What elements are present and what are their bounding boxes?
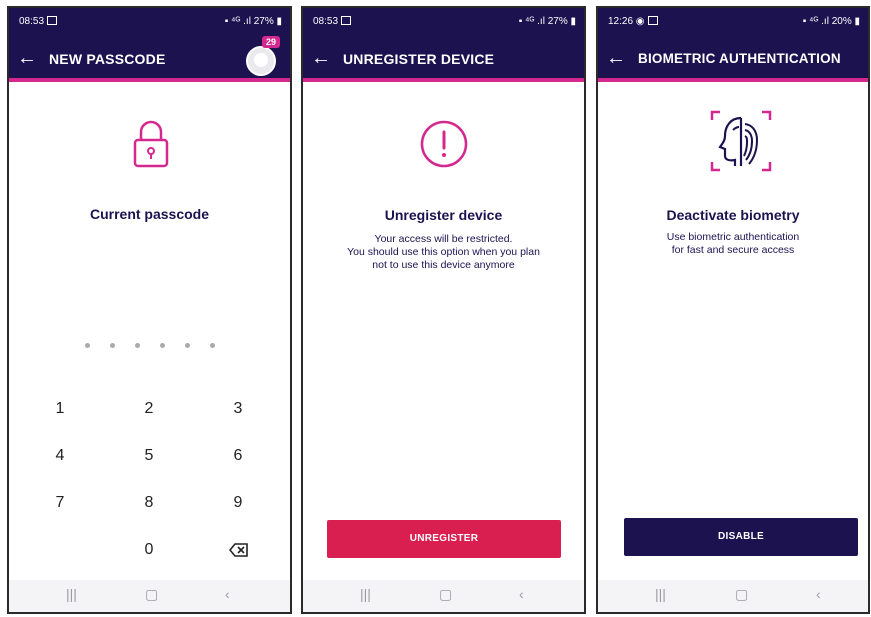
battery-icon: ▮ xyxy=(851,16,860,27)
passcode-dot xyxy=(85,343,90,348)
passcode-dot xyxy=(135,343,140,348)
battery-icon: ▮ xyxy=(273,16,282,27)
status-bar: 08:53 ▪ ⁴ᴳ .ıl 27% ▮ xyxy=(303,8,584,42)
back-arrow-icon[interactable]: ← xyxy=(606,46,626,70)
app-bar: ← BIOMETRIC AUTHENTICATION xyxy=(598,42,868,82)
signal-icon: ▪ ⁴ᴳ .ıl xyxy=(802,16,832,27)
disable-button[interactable]: DISABLE xyxy=(624,518,858,556)
page-title: BIOMETRIC AUTHENTICATION xyxy=(638,51,841,66)
recent-apps-icon[interactable]: ||| xyxy=(655,586,666,602)
battery-level: 20% xyxy=(831,16,852,27)
description-line: for fast and secure access xyxy=(671,244,795,256)
status-bar: 12:26 ◉ ▪ ⁴ᴳ .ıl 20% ▮ xyxy=(598,8,868,42)
screen-new-passcode: 08:53 ▪ ⁴ᴳ .ıl 27% ▮ ← NEW PASSCODE 29 C… xyxy=(7,6,292,614)
system-nav-bar: ||| ▢ ‹ xyxy=(303,580,584,612)
keypad-key-7[interactable]: 7 xyxy=(50,494,70,512)
battery-icon: ▮ xyxy=(567,16,576,27)
page-title: UNREGISTER DEVICE xyxy=(343,51,495,67)
description-line: not to use this device anymore xyxy=(372,259,515,271)
description-line: Use biometric authentication xyxy=(666,231,800,243)
recent-apps-icon[interactable]: ||| xyxy=(360,586,371,602)
location-icon: ◉ xyxy=(633,16,645,27)
status-bar: 08:53 ▪ ⁴ᴳ .ıl 27% ▮ xyxy=(9,8,290,42)
gallery-icon xyxy=(47,16,58,25)
battery-level: 27% xyxy=(547,16,568,27)
system-nav-bar: ||| ▢ ‹ xyxy=(9,580,290,612)
system-nav-bar: ||| ▢ ‹ xyxy=(598,580,868,612)
gallery-icon xyxy=(341,16,352,25)
description-line: Your access will be restricted. xyxy=(374,233,513,245)
home-icon[interactable]: ▢ xyxy=(735,586,748,603)
lock-icon xyxy=(133,120,169,168)
app-bar: ← UNREGISTER DEVICE xyxy=(303,42,584,82)
keypad-key-9[interactable]: 9 xyxy=(228,494,248,512)
home-icon[interactable]: ▢ xyxy=(439,586,452,603)
biometry-heading: Deactivate biometry xyxy=(666,207,800,223)
passcode-dot xyxy=(210,343,215,348)
backspace-icon[interactable] xyxy=(229,542,249,558)
status-time: 12:26 xyxy=(608,16,634,27)
keypad-key-1[interactable]: 1 xyxy=(50,400,70,418)
recent-apps-icon[interactable]: ||| xyxy=(66,586,77,602)
app-bar: ← NEW PASSCODE 29 xyxy=(9,36,290,82)
keypad-key-0[interactable]: 0 xyxy=(139,541,159,559)
signal-icon: ▪ ⁴ᴳ .ıl xyxy=(224,16,254,27)
unregister-description: Your access will be restricted. You shou… xyxy=(303,233,584,272)
gallery-icon xyxy=(647,16,658,25)
passcode-dot xyxy=(160,343,165,348)
battery-level: 27% xyxy=(253,16,274,27)
keypad-key-3[interactable]: 3 xyxy=(228,400,248,418)
page-title: NEW PASSCODE xyxy=(49,51,166,67)
home-icon[interactable]: ▢ xyxy=(145,586,158,603)
avatar[interactable] xyxy=(246,46,276,76)
back-icon[interactable]: ‹ xyxy=(519,586,524,602)
screen-unregister-device: 08:53 ▪ ⁴ᴳ .ıl 27% ▮ ← UNREGISTER DEVICE… xyxy=(301,6,586,614)
keypad-key-2[interactable]: 2 xyxy=(139,400,159,418)
unregister-heading: Unregister device xyxy=(384,207,503,223)
unregister-button[interactable]: UNREGISTER xyxy=(327,520,561,558)
description-line: You should use this option when you plan xyxy=(347,246,540,258)
status-time: 08:53 xyxy=(19,16,45,27)
keypad-key-4[interactable]: 4 xyxy=(50,447,70,465)
exclamation-circle-icon xyxy=(420,120,468,168)
back-arrow-icon[interactable]: ← xyxy=(311,46,331,70)
passcode-dot xyxy=(185,343,190,348)
signal-icon: ▪ ⁴ᴳ .ıl xyxy=(518,16,548,27)
back-icon[interactable]: ‹ xyxy=(225,586,230,602)
back-arrow-icon[interactable]: ← xyxy=(17,46,37,70)
status-time: 08:53 xyxy=(313,16,339,27)
notification-badge: 29 xyxy=(261,36,280,48)
keypad-key-8[interactable]: 8 xyxy=(139,494,159,512)
passcode-dot xyxy=(110,343,115,348)
back-icon[interactable]: ‹ xyxy=(816,586,821,602)
biometry-description: Use biometric authentication for fast an… xyxy=(598,231,868,257)
keypad-key-6[interactable]: 6 xyxy=(228,447,248,465)
keypad-key-5[interactable]: 5 xyxy=(139,447,159,465)
passcode-heading: Current passcode xyxy=(89,206,210,222)
face-fingerprint-icon xyxy=(710,110,772,172)
screen-biometric-authentication: 12:26 ◉ ▪ ⁴ᴳ .ıl 20% ▮ ← BIOMETRIC AUTHE… xyxy=(596,6,870,614)
